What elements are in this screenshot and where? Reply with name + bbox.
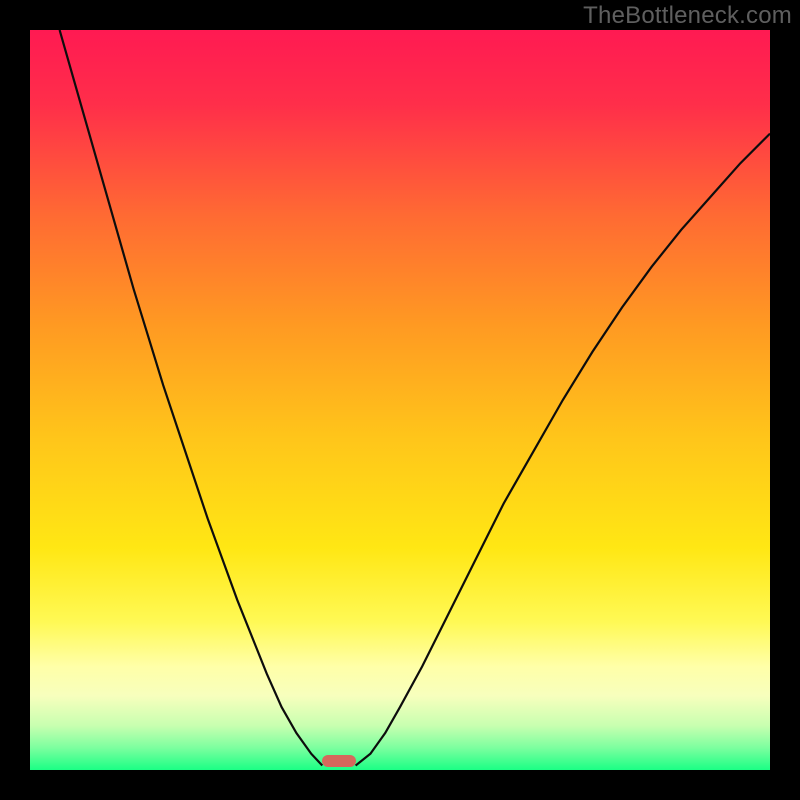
watermark-text: TheBottleneck.com	[583, 2, 792, 30]
minimum-marker	[322, 755, 355, 767]
plot-svg	[30, 30, 770, 770]
chart-frame: TheBottleneck.com	[0, 0, 800, 800]
plot-area	[30, 30, 770, 770]
gradient-background	[30, 30, 770, 770]
